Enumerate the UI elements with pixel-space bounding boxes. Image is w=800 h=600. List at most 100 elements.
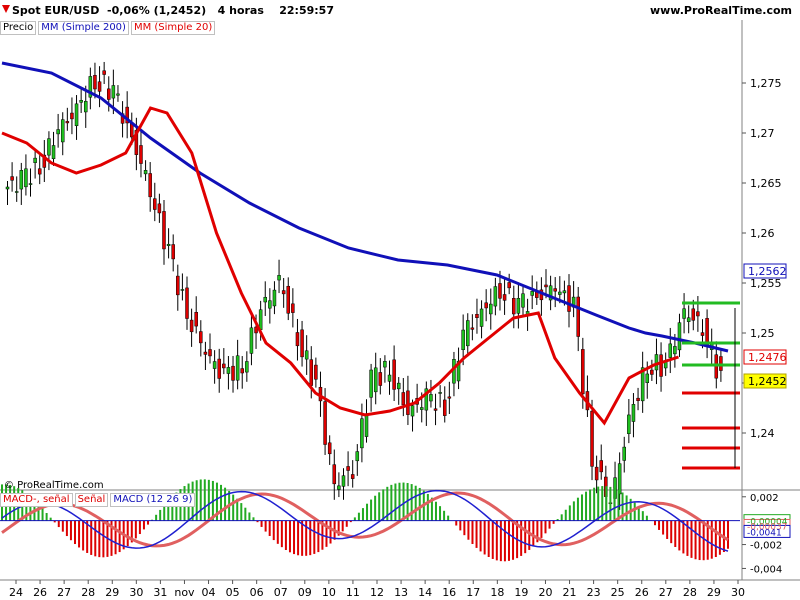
candle-up [364,413,369,437]
x-tick-label: 30 [129,586,143,599]
candle-up [622,446,626,461]
macd-hist-bar [114,520,117,555]
macd-hist-bar [61,520,64,532]
candle-up [60,119,65,143]
macd-hist-bar [714,520,717,558]
x-tick-label: 20 [538,586,552,599]
x-tick-label: 30 [731,586,745,599]
macd-hist-bar [576,497,579,521]
candle-up [116,93,120,96]
x-tick-label: 12 [370,586,384,599]
macd-hist-bar [57,520,60,528]
candle-down [107,88,111,100]
macd-hist-bar [329,520,332,544]
x-tick-label: 28 [683,586,697,599]
candle-down [327,442,332,455]
candle-up [627,414,631,434]
candle-up [56,129,60,135]
candle-down [171,244,175,260]
candle-down [70,112,74,120]
macd-hist-bar [524,520,527,554]
macd-hist-bar [244,507,247,521]
candle-down [447,396,452,399]
candle-up [355,451,360,462]
candle-down [378,372,383,386]
macd-hist-bar [240,503,243,521]
macd-hist-bar [479,520,482,552]
candle-down [93,75,97,90]
candle-up [83,101,88,113]
macd-legend: MACD-, señal Señal MACD (12 26 9) [0,493,196,507]
candle-down [10,176,14,181]
candle-down [203,351,208,355]
macd-hist-bar [159,509,162,521]
candle-up [677,322,682,351]
macd-hist-bar [658,520,661,530]
candle-down [576,296,580,337]
candle-down [153,198,157,210]
candle-down [208,349,212,357]
candle-up [479,308,484,327]
macd-hist-bar [394,483,397,521]
x-tick-label: 11 [346,586,360,599]
macd-hist-bar [690,520,693,558]
candle-down [314,364,318,380]
macd-hist-bar [443,510,446,521]
macd-hist-bar [645,515,648,521]
candle-down [286,285,291,314]
macd-hist-bar [605,486,608,521]
x-tick-label: 04 [202,586,216,599]
macd-hist-bar [402,482,405,521]
candle-down [189,319,194,333]
candle-down [553,288,557,292]
macd-hist-bar [382,489,385,521]
y-tick-label: 1,255 [750,277,782,290]
legend-macd-neg[interactable]: MACD-, señal [0,493,73,507]
candle-up [263,296,267,303]
candle-down [406,390,410,415]
candle-down [544,284,548,288]
candle-down [470,327,475,330]
candle-up [562,290,567,294]
x-tick-label: 28 [81,586,95,599]
candle-up [212,361,217,369]
legend-macd[interactable]: MACD (12 26 9) [110,493,196,507]
macd-hist-bar [633,502,636,521]
macd-hist-bar [357,512,360,521]
x-tick-label: 09 [298,586,312,599]
macd-hist-bar [102,520,105,558]
candle-up [489,303,493,315]
candle-up [24,168,28,188]
candle-down [590,410,594,467]
macd-hist-bar [309,520,312,556]
candle-up [461,329,465,351]
y-tick-label: 1,24 [750,427,775,440]
candle-up [617,463,622,495]
x-tick-label: 16 [442,586,456,599]
macd-hist-bar [41,508,44,521]
x-tick-label: 23 [587,586,601,599]
macd-hist-bar [78,520,81,548]
macd-hist-bar [224,487,227,521]
price-chart[interactable]: 1,2751,271,2651,261,2551,251,2451,241,25… [0,0,800,600]
candle-up [304,350,309,360]
macd-hist-bar [220,484,223,521]
macd-hist-bar [268,520,271,536]
candle-down [696,311,700,317]
candle-down [300,329,304,358]
macd-hist-bar [613,488,616,521]
legend-signal[interactable]: Señal [74,493,109,507]
macd-hist-bar [82,520,85,551]
x-tick-label: 27 [57,586,71,599]
macd-hist-bar [252,517,255,521]
macd-hist-bar [374,495,377,521]
candle-up [438,392,442,394]
macd-hist-bar [653,520,656,526]
candle-down [176,275,180,296]
macd-hist-bar [147,520,150,525]
support-resistance-levels [682,301,740,470]
macd-hist-bar [207,479,210,521]
x-tick-label: 14 [418,586,432,599]
x-tick-label: 18 [490,586,504,599]
candle-up [521,293,525,308]
